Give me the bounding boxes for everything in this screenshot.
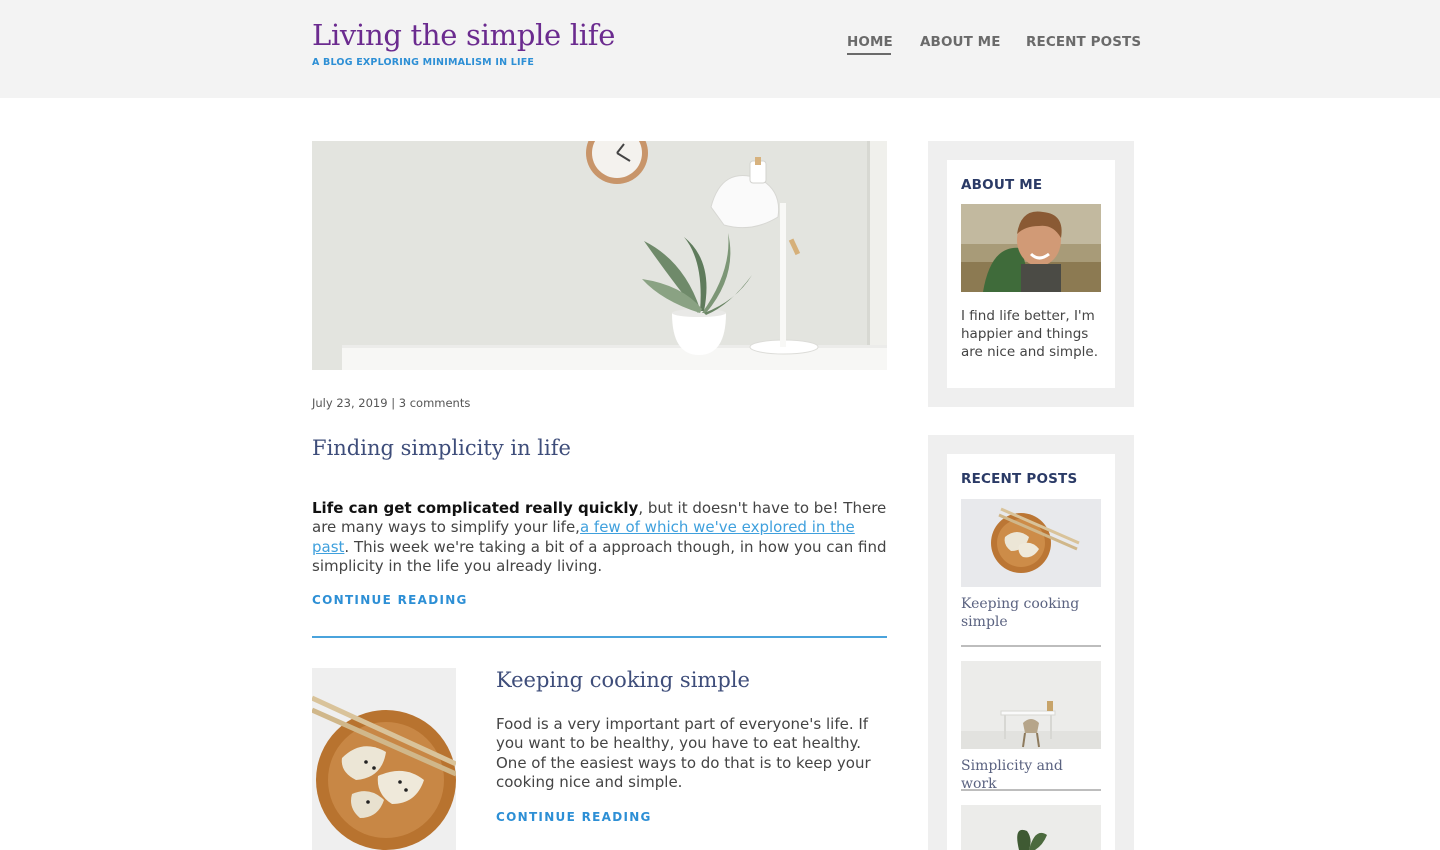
recent-posts-title: RECENT POSTS <box>961 471 1078 487</box>
about-text: I find life better, I'm happier and thin… <box>961 308 1098 360</box>
continue-reading-link[interactable]: CONTINUE READING <box>312 593 468 607</box>
recent-post-link[interactable]: Simplicity and work <box>961 757 1101 793</box>
post-excerpt-second: Food is a very important part of everyon… <box>496 715 871 791</box>
avatar <box>961 204 1101 292</box>
recent-post-thumbnail[interactable] <box>961 499 1101 587</box>
recent-post-thumbnail[interactable] <box>961 661 1101 749</box>
post-title[interactable]: Finding simplicity in life <box>312 436 571 460</box>
excerpt-bold-text: Life can get complicated really quickly <box>312 499 639 517</box>
desk-lamp-plant-illustration <box>312 141 887 370</box>
plant-thumbnail-illustration <box>961 805 1101 850</box>
recent-post-thumbnail[interactable] <box>961 805 1101 850</box>
author-photo <box>961 204 1101 292</box>
continue-reading-link-second[interactable]: CONTINUE READING <box>496 810 652 824</box>
post-excerpt: Life can get complicated really quickly,… <box>312 499 887 576</box>
recent-post-divider <box>961 789 1101 791</box>
dumplings-thumbnail-illustration <box>961 499 1101 587</box>
nav-active-indicator <box>847 53 891 55</box>
dumplings-plate-illustration <box>312 668 456 850</box>
desk-chair-thumbnail-illustration <box>961 661 1101 749</box>
recent-post-link[interactable]: Keeping cooking simple <box>961 595 1101 631</box>
about-widget-title: ABOUT ME <box>961 177 1043 193</box>
excerpt-text-continued: . This week we're taking a bit of a appr… <box>312 537 887 575</box>
nav-home[interactable]: HOME <box>847 34 893 50</box>
post-thumbnail[interactable] <box>312 668 456 850</box>
post-title-second[interactable]: Keeping cooking simple <box>496 668 750 692</box>
nav-recent-posts[interactable]: RECENT POSTS <box>1026 34 1141 50</box>
post-meta: July 23, 2019 | 3 comments <box>312 396 471 410</box>
main-nav: HOME ABOUT ME RECENT POSTS <box>0 34 1440 64</box>
site-header: Living the simple life A BLOG EXPLORING … <box>0 0 1440 98</box>
nav-about-me[interactable]: ABOUT ME <box>920 34 1001 50</box>
featured-post-image[interactable] <box>312 141 887 370</box>
recent-post-divider <box>961 645 1101 647</box>
post-divider <box>312 636 887 638</box>
